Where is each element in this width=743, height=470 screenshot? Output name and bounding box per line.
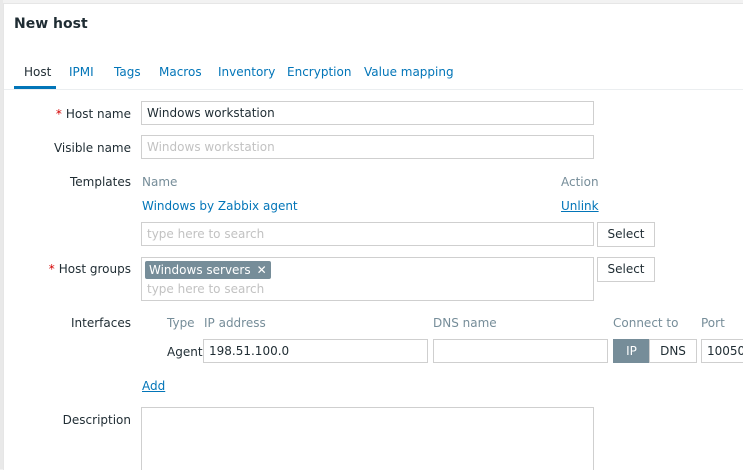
templates-label: Templates bbox=[69, 175, 131, 189]
host-name-label-text: Host name bbox=[65, 107, 131, 121]
remove-chip-icon[interactable]: ✕ bbox=[257, 263, 267, 277]
host-group-chip: Windows servers ✕ bbox=[145, 261, 271, 279]
unlink-template-button[interactable]: Unlink bbox=[561, 199, 599, 213]
connect-to-ip-toggle[interactable]: IP bbox=[613, 339, 650, 363]
interfaces-port-header: Port bbox=[701, 316, 725, 330]
interface-dns-input[interactable] bbox=[433, 339, 608, 363]
host-groups-label-text: Host groups bbox=[58, 262, 131, 276]
host-groups-label: * Host groups bbox=[11, 262, 131, 276]
tab-host[interactable]: Host bbox=[24, 65, 51, 79]
template-link-windows-zabbix-agent[interactable]: Windows by Zabbix agent bbox=[142, 199, 298, 213]
interfaces-type-header: Type bbox=[167, 316, 195, 330]
required-asterisk: * bbox=[48, 262, 55, 276]
interfaces-label: Interfaces bbox=[71, 316, 131, 330]
tab-tags[interactable]: Tags bbox=[114, 65, 141, 79]
connect-to-dns-toggle[interactable]: DNS bbox=[649, 339, 697, 363]
description-label: Description bbox=[62, 413, 131, 427]
visible-name-input[interactable]: Windows workstation bbox=[141, 135, 594, 159]
interfaces-dns-header: DNS name bbox=[433, 316, 497, 330]
dialog-title: New host bbox=[14, 16, 88, 32]
interfaces-connect-header: Connect to bbox=[613, 316, 679, 330]
templates-name-header: Name bbox=[142, 175, 178, 189]
new-host-dialog: New host Host IPMI Tags Macros Inventory… bbox=[3, 3, 743, 470]
required-asterisk: * bbox=[55, 107, 62, 121]
interface-ip-input[interactable]: 198.51.100.0 bbox=[203, 339, 428, 363]
tab-macros[interactable]: Macros bbox=[159, 65, 202, 79]
description-textarea[interactable] bbox=[141, 407, 594, 470]
tab-value-mapping[interactable]: Value mapping bbox=[364, 65, 454, 79]
host-name-label: * Host name bbox=[11, 107, 131, 121]
add-interface-link[interactable]: Add bbox=[142, 379, 165, 393]
host-groups-multiselect[interactable]: Windows servers ✕ type here to search bbox=[141, 257, 594, 301]
host-groups-search-input[interactable]: type here to search bbox=[147, 282, 264, 296]
visible-name-label: Visible name bbox=[53, 141, 131, 155]
host-group-chip-label: Windows servers bbox=[149, 263, 251, 277]
tab-ipmi[interactable]: IPMI bbox=[69, 65, 94, 79]
tab-bar: Host IPMI Tags Macros Inventory Encrypti… bbox=[4, 56, 743, 90]
host-name-input[interactable]: Windows workstation bbox=[141, 101, 594, 125]
interface-type-agent: Agent bbox=[167, 345, 203, 359]
host-groups-select-button[interactable]: Select bbox=[597, 257, 655, 282]
templates-action-header: Action bbox=[561, 175, 599, 189]
tab-encryption[interactable]: Encryption bbox=[287, 65, 351, 79]
tab-inventory[interactable]: Inventory bbox=[218, 65, 275, 79]
interface-port-input[interactable]: 10050 bbox=[701, 339, 743, 363]
interfaces-ip-header: IP address bbox=[204, 316, 266, 330]
templates-select-button[interactable]: Select bbox=[597, 222, 655, 247]
templates-search-input[interactable]: type here to search bbox=[141, 222, 594, 246]
active-tab-indicator bbox=[14, 86, 56, 89]
